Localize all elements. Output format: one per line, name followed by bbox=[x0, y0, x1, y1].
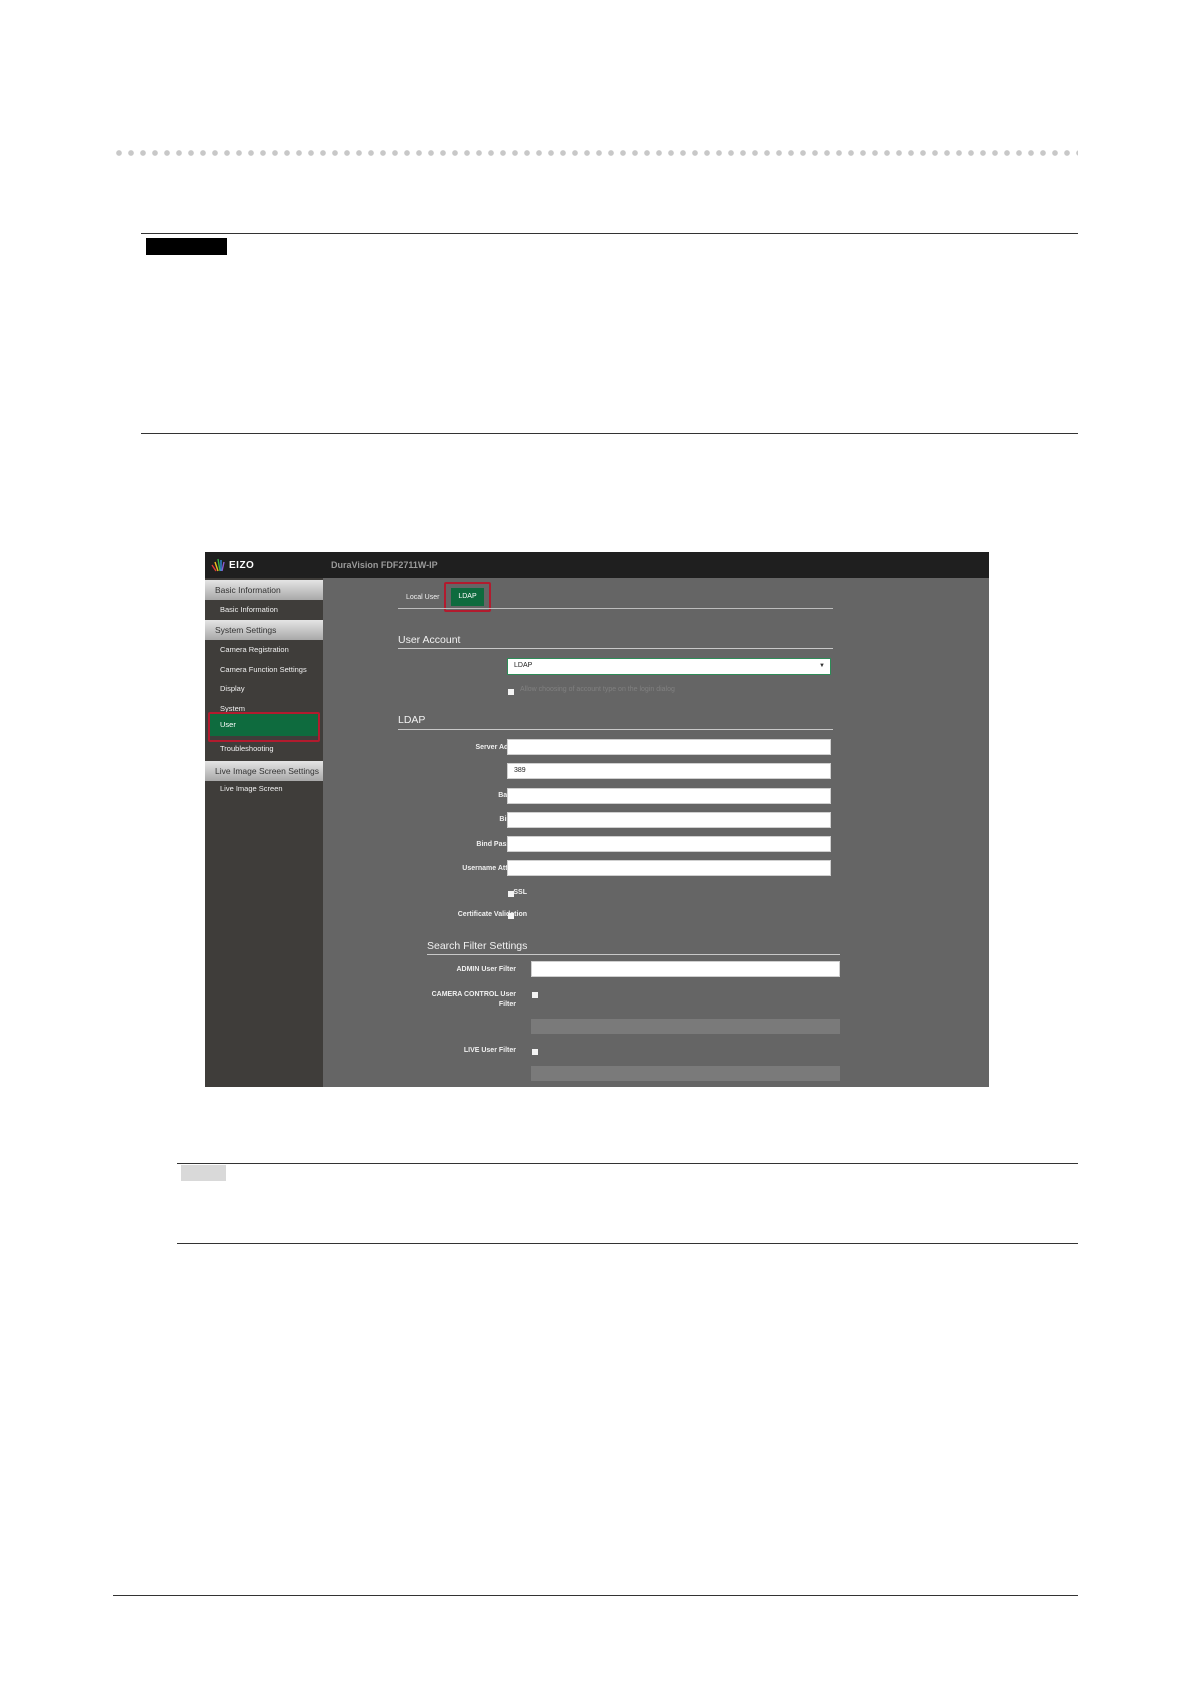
ssl-checkbox[interactable] bbox=[508, 891, 514, 897]
base-dn-input[interactable] bbox=[507, 788, 831, 804]
search-filter-rule bbox=[427, 954, 840, 955]
ldap-rule bbox=[398, 729, 833, 730]
camera-control-label-line1: CAMERA CONTROL User bbox=[431, 991, 516, 998]
chevron-down-icon: ▼ bbox=[819, 663, 825, 669]
sidebar-section-system-settings[interactable]: System Settings bbox=[205, 620, 323, 640]
sidebar-item-live-image-screen[interactable]: Live Image Screen bbox=[220, 783, 283, 795]
sidebar-item-camera-registration[interactable]: Camera Registration bbox=[220, 644, 289, 656]
attention-label-box bbox=[146, 238, 227, 255]
admin-user-filter-label: ADMIN User Filter bbox=[456, 966, 516, 973]
type-select[interactable]: LDAP ▼ bbox=[507, 658, 831, 675]
camera-control-user-filter-input[interactable] bbox=[531, 1019, 840, 1034]
admin-user-filter-input[interactable] bbox=[531, 961, 840, 977]
ldap-title: LDAP bbox=[398, 714, 426, 726]
certificate-validation-checkbox[interactable] bbox=[508, 913, 514, 919]
camera-control-user-filter-checkbox[interactable] bbox=[532, 992, 538, 998]
product-name: DuraVision FDF2711W-IP bbox=[331, 560, 438, 570]
sidebar-item-troubleshooting[interactable]: Troubleshooting bbox=[220, 743, 274, 755]
tabs-underline bbox=[398, 608, 833, 609]
logo-text: EIZO bbox=[229, 559, 255, 571]
allow-choosing-hint: Allow choosing of account type on the lo… bbox=[520, 686, 675, 693]
bind-dn-input[interactable] bbox=[507, 812, 831, 828]
server-address-input[interactable] bbox=[507, 739, 831, 755]
note-top-rule bbox=[177, 1163, 1078, 1164]
important-bottom-rule bbox=[141, 433, 1078, 434]
user-account-title: User Account bbox=[398, 634, 461, 646]
camera-control-label-line2: Filter bbox=[498, 1001, 516, 1008]
footer-rule bbox=[113, 1595, 1078, 1596]
user-highlight-frame bbox=[208, 712, 320, 742]
sidebar-item-basic-information[interactable]: Basic Information bbox=[220, 604, 278, 616]
note-bottom-rule bbox=[177, 1243, 1078, 1244]
eizo-logo-icon bbox=[211, 558, 225, 572]
sidebar-item-display[interactable]: Display bbox=[220, 683, 245, 695]
live-user-filter-label: LIVE User Filter bbox=[463, 1047, 516, 1054]
port-input[interactable]: 389 bbox=[507, 763, 831, 779]
search-filter-title: Search Filter Settings bbox=[427, 940, 528, 952]
sidebar-item-camera-function-settings[interactable]: Camera Function Settings bbox=[220, 664, 307, 676]
live-user-filter-checkbox[interactable] bbox=[532, 1049, 538, 1055]
type-select-value: LDAP bbox=[514, 662, 533, 669]
note-label-box bbox=[181, 1165, 226, 1181]
tab-local-user[interactable]: Local User bbox=[406, 594, 439, 601]
sidebar-section-basic-information[interactable]: Basic Information bbox=[205, 580, 323, 600]
settings-screenshot: EIZO DuraVision FDF2711W-IP Basic Inform… bbox=[205, 552, 989, 1087]
app-header: EIZO DuraVision FDF2711W-IP bbox=[205, 552, 989, 578]
important-top-rule bbox=[141, 233, 1078, 234]
sidebar-section-live-image-screen-settings[interactable]: Live Image Screen Settings bbox=[205, 761, 323, 781]
user-account-rule bbox=[398, 648, 833, 649]
bind-password-input[interactable] bbox=[507, 836, 831, 852]
eizo-logo: EIZO bbox=[211, 557, 254, 573]
live-user-filter-input[interactable] bbox=[531, 1066, 840, 1081]
camera-control-user-filter-label: CAMERA CONTROL User Filter bbox=[405, 990, 516, 1010]
username-attribute-input[interactable] bbox=[507, 860, 831, 876]
allow-choosing-checkbox[interactable] bbox=[508, 689, 514, 695]
dotted-separator bbox=[113, 150, 1078, 156]
